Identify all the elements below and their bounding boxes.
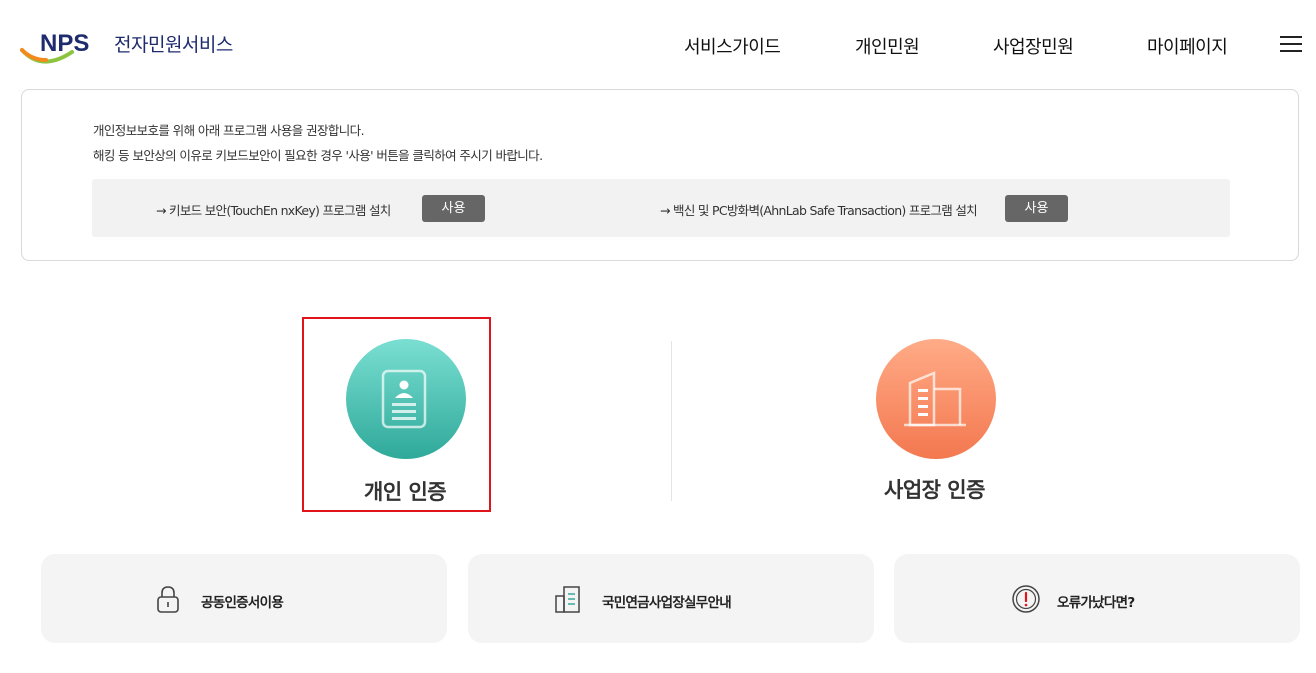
security-notice: 개인정보보호를 위해 아래 프로그램 사용을 권장합니다. 해킹 등 보안상의 … bbox=[21, 89, 1299, 261]
header: NPS 전자민원서비스 서비스가이드 개인민원 사업장민원 마이페이지 bbox=[0, 0, 1316, 88]
office-document-icon bbox=[555, 586, 580, 613]
error-help-card[interactable]: 오류가났다면? bbox=[894, 554, 1300, 643]
keyboard-security-use-button[interactable]: 사용 bbox=[422, 195, 485, 222]
divider bbox=[671, 341, 672, 501]
personal-auth-label: 개인 인증 bbox=[364, 480, 447, 504]
nps-logo[interactable]: NPS 전자민원서비스 bbox=[20, 26, 260, 70]
joint-certificate-card[interactable]: 공동인증서이용 bbox=[41, 554, 447, 643]
logo-mark: NPS bbox=[40, 30, 89, 57]
business-guide-card[interactable]: 국민연금사업장실무안내 bbox=[468, 554, 874, 643]
firewall-use-button[interactable]: 사용 bbox=[1005, 195, 1068, 222]
firewall-label: → 백신 및 PC방화벽(AhnLab Safe Transaction) 프로… bbox=[660, 203, 978, 218]
alert-circle-icon bbox=[1012, 585, 1040, 613]
error-help-label: 오류가났다면? bbox=[1057, 595, 1135, 611]
id-card-icon bbox=[381, 369, 427, 429]
notice-line-2: 해킹 등 보안상의 이유로 키보드보안이 필요한 경우 '사용' 버튼을 클릭하… bbox=[93, 148, 543, 163]
building-icon bbox=[904, 371, 966, 427]
nav-service-guide[interactable]: 서비스가이드 bbox=[684, 33, 781, 59]
notice-line-1: 개인정보보호를 위해 아래 프로그램 사용을 권장합니다. bbox=[93, 123, 365, 138]
business-guide-label: 국민연금사업장실무안내 bbox=[602, 595, 732, 611]
personal-auth-circle bbox=[346, 339, 466, 459]
nav-business-civil[interactable]: 사업장민원 bbox=[993, 33, 1074, 59]
business-auth-circle bbox=[876, 339, 996, 459]
lock-icon bbox=[157, 586, 179, 613]
business-auth-option[interactable]: 사업장 인증 bbox=[832, 317, 1040, 512]
joint-certificate-label: 공동인증서이용 bbox=[201, 595, 284, 611]
install-bar: → 키보드 보안(TouchEn nxKey) 프로그램 설치 사용 → 백신 … bbox=[92, 179, 1230, 237]
business-auth-label: 사업장 인증 bbox=[884, 478, 985, 502]
nav-my-page[interactable]: 마이페이지 bbox=[1147, 33, 1228, 59]
nav-personal-civil[interactable]: 개인민원 bbox=[855, 33, 920, 59]
keyboard-security-label: → 키보드 보안(TouchEn nxKey) 프로그램 설치 bbox=[156, 203, 391, 218]
personal-auth-option[interactable]: 개인 인증 bbox=[302, 317, 491, 512]
nps-logo-icon: NPS bbox=[20, 30, 89, 64]
logo-text: 전자민원서비스 bbox=[114, 34, 233, 56]
hamburger-icon[interactable] bbox=[1280, 36, 1302, 54]
